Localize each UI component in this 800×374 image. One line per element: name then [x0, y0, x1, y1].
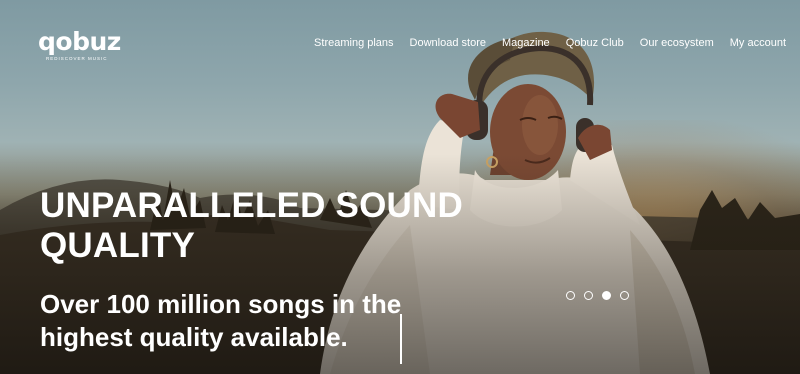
hero-headline: UNPARALLELED SOUND QUALITY	[40, 186, 463, 265]
nav-my-account[interactable]: My account	[730, 37, 786, 49]
nav-our-ecosystem[interactable]: Our ecosystem	[640, 37, 714, 49]
carousel-dot-1[interactable]	[566, 291, 575, 300]
nav-qobuz-club[interactable]: Qobuz Club	[566, 37, 624, 49]
nav-streaming-plans[interactable]: Streaming plans	[314, 37, 394, 49]
logo-wordmark: qobuz	[38, 27, 121, 56]
main-navigation: Streaming plans Download store Magazine …	[314, 37, 786, 49]
hero-banner: qobuz REDISCOVER MUSIC Streaming plans D…	[0, 0, 800, 374]
carousel-dot-3[interactable]	[602, 291, 611, 300]
text-cursor-bar	[400, 314, 402, 364]
qobuz-logo[interactable]: qobuz REDISCOVER MUSIC	[38, 27, 121, 61]
carousel-dot-2[interactable]	[584, 291, 593, 300]
nav-download-store[interactable]: Download store	[410, 37, 486, 49]
carousel-indicators	[566, 291, 629, 300]
logo-tagline: REDISCOVER MUSIC	[46, 56, 108, 61]
hero-subline: Over 100 million songs in the highest qu…	[40, 289, 402, 352]
nav-magazine[interactable]: Magazine	[502, 37, 550, 49]
site-header: qobuz REDISCOVER MUSIC Streaming plans D…	[0, 0, 800, 90]
carousel-dot-4[interactable]	[620, 291, 629, 300]
